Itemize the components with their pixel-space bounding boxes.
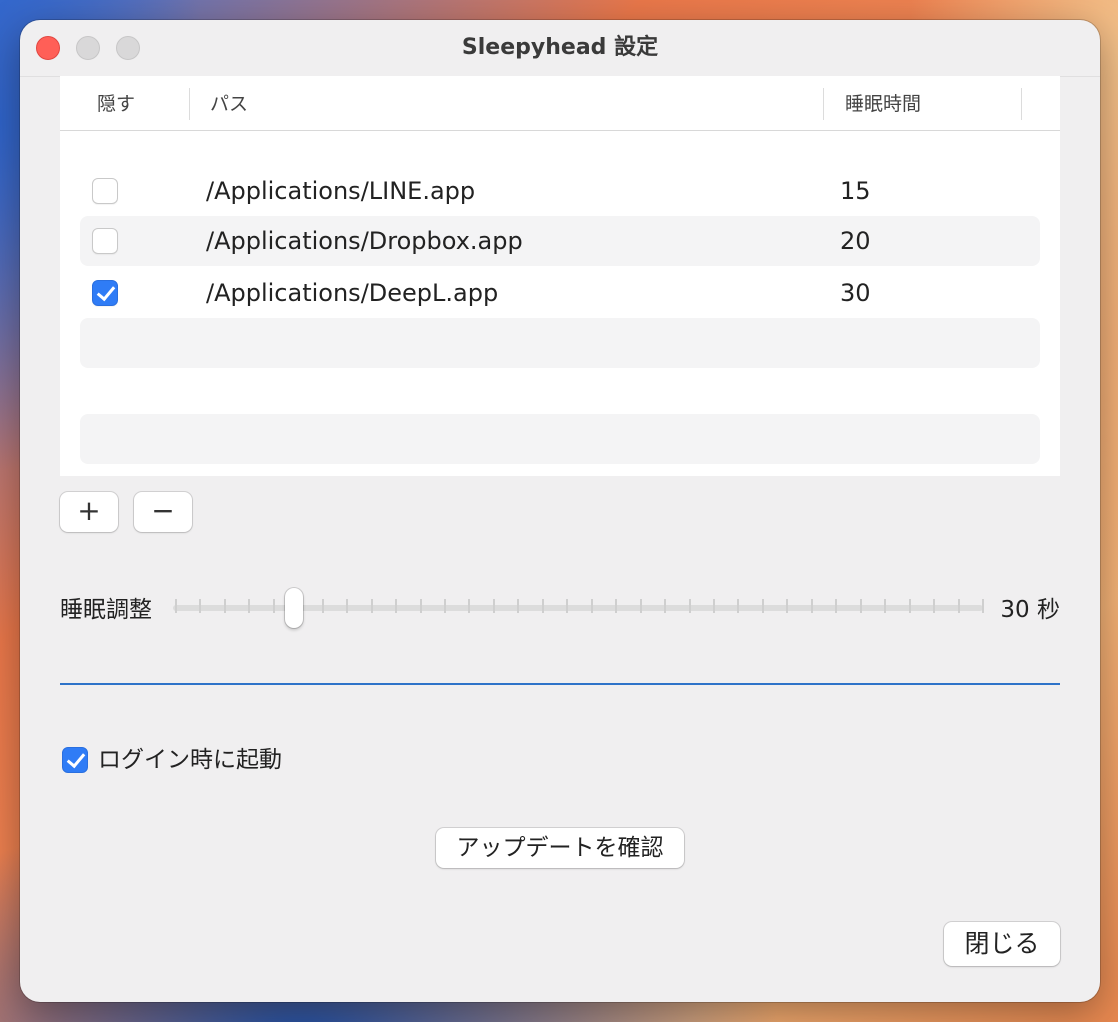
table-row[interactable]: /Applications/Dropbox.app 20 [80, 216, 1040, 266]
close-button[interactable]: 閉じる [944, 922, 1060, 966]
launch-at-login-label[interactable]: ログイン時に起動 [98, 742, 282, 778]
app-table: 隠す パス 睡眠時間 /Applications/LINE.app 15 /Ap… [60, 76, 1060, 476]
slider-tick [419, 599, 422, 613]
slider-tick [786, 599, 789, 613]
slider-tick [859, 599, 862, 613]
slider-tick [982, 599, 984, 613]
slider-tick [566, 599, 569, 613]
table-row[interactable]: /Applications/LINE.app 15 [80, 166, 1040, 216]
add-app-button[interactable]: + [60, 492, 118, 532]
slider-tick [835, 599, 838, 613]
sleep-slider-value: 30 秒 [1000, 597, 1060, 623]
hide-checkbox[interactable] [92, 228, 118, 254]
slider-tick [444, 599, 446, 613]
slider-tick [933, 599, 936, 613]
path-cell: /Applications/LINE.app [206, 177, 476, 205]
hide-checkbox[interactable] [92, 280, 118, 306]
empty-row [80, 318, 1040, 368]
column-header-hide[interactable]: 隠す [97, 76, 135, 132]
sleep-cell: 20 [840, 227, 871, 255]
launch-at-login-checkbox[interactable] [62, 747, 88, 773]
slider-tick [713, 599, 715, 613]
sleep-slider-label: 睡眠調整 [60, 597, 152, 623]
section-divider [60, 683, 1060, 685]
slider-tick [957, 599, 960, 613]
slider-tick [541, 599, 544, 613]
slider-tick [590, 599, 593, 613]
check-update-button[interactable]: アップデートを確認 [436, 828, 684, 868]
slider-tick [810, 599, 813, 613]
path-cell: /Applications/Dropbox.app [206, 227, 523, 255]
slider-tick [737, 599, 740, 613]
titlebar: Sleepyhead 設定 [20, 20, 1100, 77]
empty-row [80, 414, 1040, 464]
table-row[interactable]: /Applications/DeepL.app 30 [80, 268, 1040, 318]
sleep-cell: 30 [840, 279, 871, 307]
column-divider[interactable] [1021, 88, 1022, 120]
slider-tick [664, 599, 667, 613]
slider-tick [639, 599, 642, 613]
slider-tick [688, 599, 691, 613]
slider-tick [395, 599, 398, 613]
slider-tick [199, 599, 202, 613]
slider-tick [492, 599, 495, 613]
slider-tick [761, 599, 764, 613]
column-divider[interactable] [189, 88, 190, 120]
slider-tick [272, 599, 275, 613]
slider-tick [223, 599, 226, 613]
settings-window: Sleepyhead 設定 隠す パス 睡眠時間 /Applications/L… [20, 20, 1100, 1002]
slider-tick [468, 599, 471, 613]
slider-tick [175, 599, 177, 613]
sleep-cell: 15 [840, 177, 871, 205]
slider-tick [346, 599, 349, 613]
table-header: 隠す パス 睡眠時間 [60, 76, 1060, 131]
sleep-slider-thumb[interactable] [285, 588, 303, 628]
slider-tick [884, 599, 887, 613]
column-header-path[interactable]: パス [210, 76, 248, 132]
slider-tick [908, 599, 911, 613]
column-header-sleep[interactable]: 睡眠時間 [845, 76, 921, 132]
slider-tick [248, 599, 251, 613]
path-cell: /Applications/DeepL.app [206, 279, 499, 307]
slider-tick [370, 599, 373, 613]
remove-app-button[interactable]: − [134, 492, 192, 532]
column-divider[interactable] [823, 88, 824, 120]
slider-tick [517, 599, 520, 613]
slider-tick [615, 599, 618, 613]
slider-tick [321, 599, 324, 613]
window-title: Sleepyhead 設定 [461, 35, 659, 60]
hide-checkbox[interactable] [92, 178, 118, 204]
